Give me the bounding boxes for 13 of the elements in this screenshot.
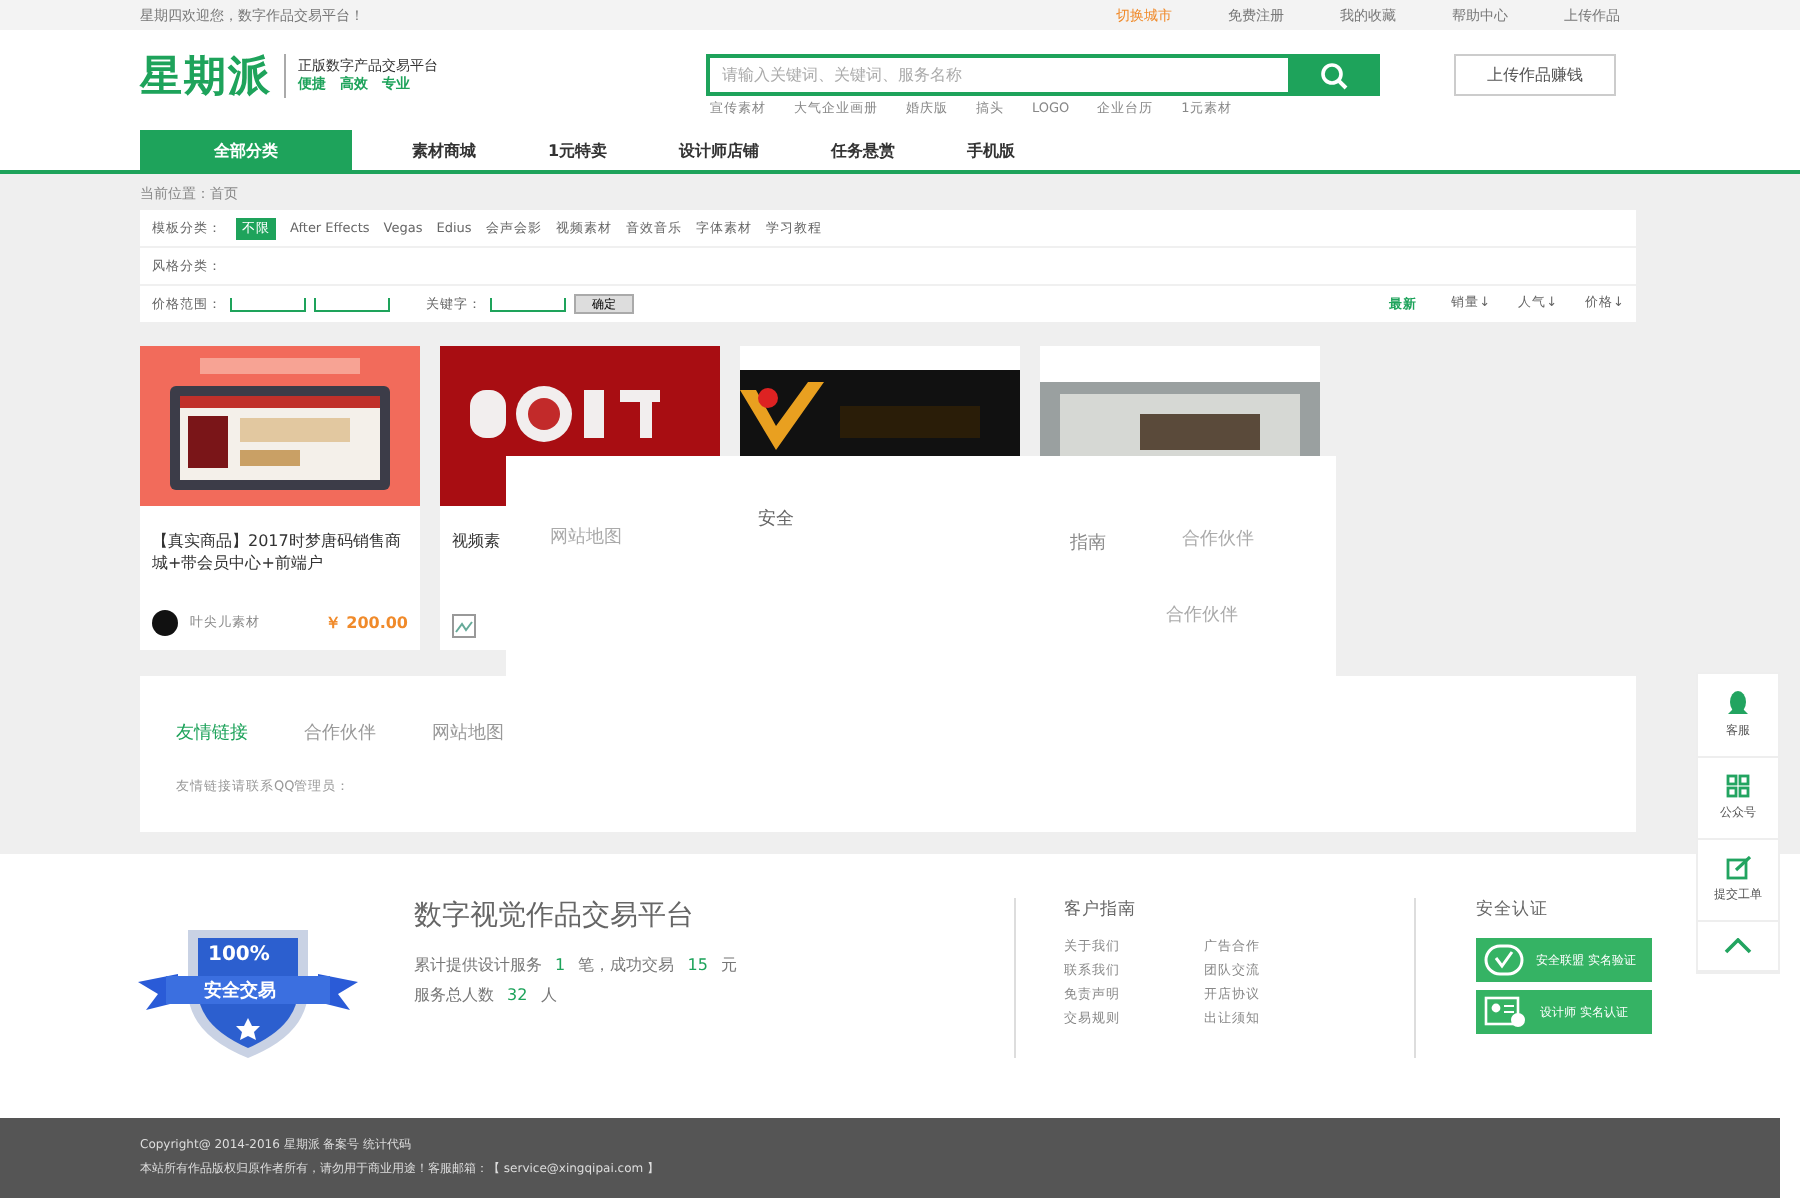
overlay-text: 网站地图 [550,525,622,550]
price: ￥ 200.00 [324,612,408,634]
stats-text: 累计提供设计服务 1 笔，成功交易 15 元 [414,954,739,978]
overlay-text: 指南 [1070,531,1106,556]
badge-percent: 100% [208,944,270,966]
footer-title: 数字视觉作品交易平台 [414,898,696,934]
overlay-text: 安全 [758,507,794,532]
stats-text: 服务总人数 32 人 [414,984,559,1008]
cert-title: 安全认证 [1476,898,1550,922]
guide-title: 客户指南 [1064,898,1138,922]
overlay-text: 合作伙伴 [1182,527,1254,552]
badge-text: 安全交易 [204,978,276,1004]
overlay-text: 合作伙伴 [1166,603,1238,628]
